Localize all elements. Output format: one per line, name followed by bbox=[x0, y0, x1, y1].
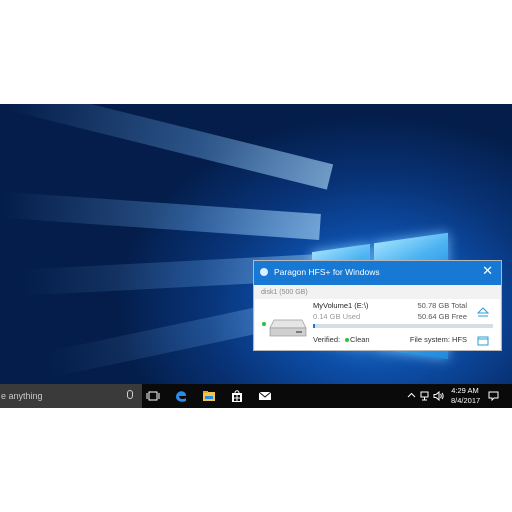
mail-icon[interactable] bbox=[258, 389, 272, 403]
disk-label: disk1 (500 GB) bbox=[261, 289, 308, 296]
mounted-dot bbox=[262, 322, 266, 326]
volume-used: 0.14 GB Used bbox=[313, 312, 361, 321]
filesystem-label: File system: HFS bbox=[409, 335, 467, 344]
verified-label: Verified: bbox=[313, 335, 341, 344]
volume-icon[interactable] bbox=[433, 390, 444, 403]
search-box[interactable]: e anything bbox=[0, 384, 142, 408]
clock[interactable]: 4:29 AM 8/4/2017 bbox=[451, 386, 481, 406]
file-explorer-icon[interactable] bbox=[202, 389, 216, 403]
clock-time: 4:29 AM bbox=[451, 386, 479, 395]
popup-title: Paragon HFS+ for Windows bbox=[274, 267, 380, 277]
volume-free: 50.64 GB Free bbox=[417, 312, 467, 321]
eject-icon[interactable] bbox=[476, 305, 490, 323]
popup-header: Paragon HFS+ for Windows ✕ bbox=[254, 261, 501, 285]
store-icon[interactable] bbox=[230, 389, 244, 403]
close-icon[interactable]: ✕ bbox=[482, 264, 493, 278]
desktop-wallpaper bbox=[0, 104, 512, 408]
volume-total: 50.78 GB Total bbox=[417, 301, 467, 310]
usage-bar-fill bbox=[313, 324, 315, 328]
volume-name: MyVolume1 (E:\) bbox=[313, 301, 369, 310]
network-icon[interactable] bbox=[420, 391, 430, 403]
edge-icon[interactable] bbox=[174, 389, 188, 403]
usage-bar bbox=[313, 324, 493, 328]
search-placeholder: e anything bbox=[1, 391, 43, 401]
chevron-up-icon[interactable] bbox=[407, 391, 416, 402]
microphone-icon[interactable] bbox=[127, 390, 133, 399]
status-value: Clean bbox=[350, 335, 370, 344]
paragon-popup: Paragon HFS+ for Windows ✕ disk1 (500 GB… bbox=[253, 260, 502, 351]
taskbar: e anything 4:29 AM 8/4/2017 bbox=[0, 384, 512, 408]
hard-drive-icon bbox=[268, 318, 308, 343]
clean-status-dot bbox=[345, 338, 349, 342]
volume-card[interactable]: MyVolume1 (E:\) 0.14 GB Used 50.78 GB To… bbox=[255, 299, 500, 350]
clock-date: 8/4/2017 bbox=[451, 396, 481, 405]
paragon-logo-icon bbox=[260, 268, 268, 276]
task-view-icon[interactable] bbox=[146, 389, 160, 403]
folder-icon[interactable] bbox=[477, 333, 489, 351]
notification-icon[interactable] bbox=[488, 391, 499, 403]
